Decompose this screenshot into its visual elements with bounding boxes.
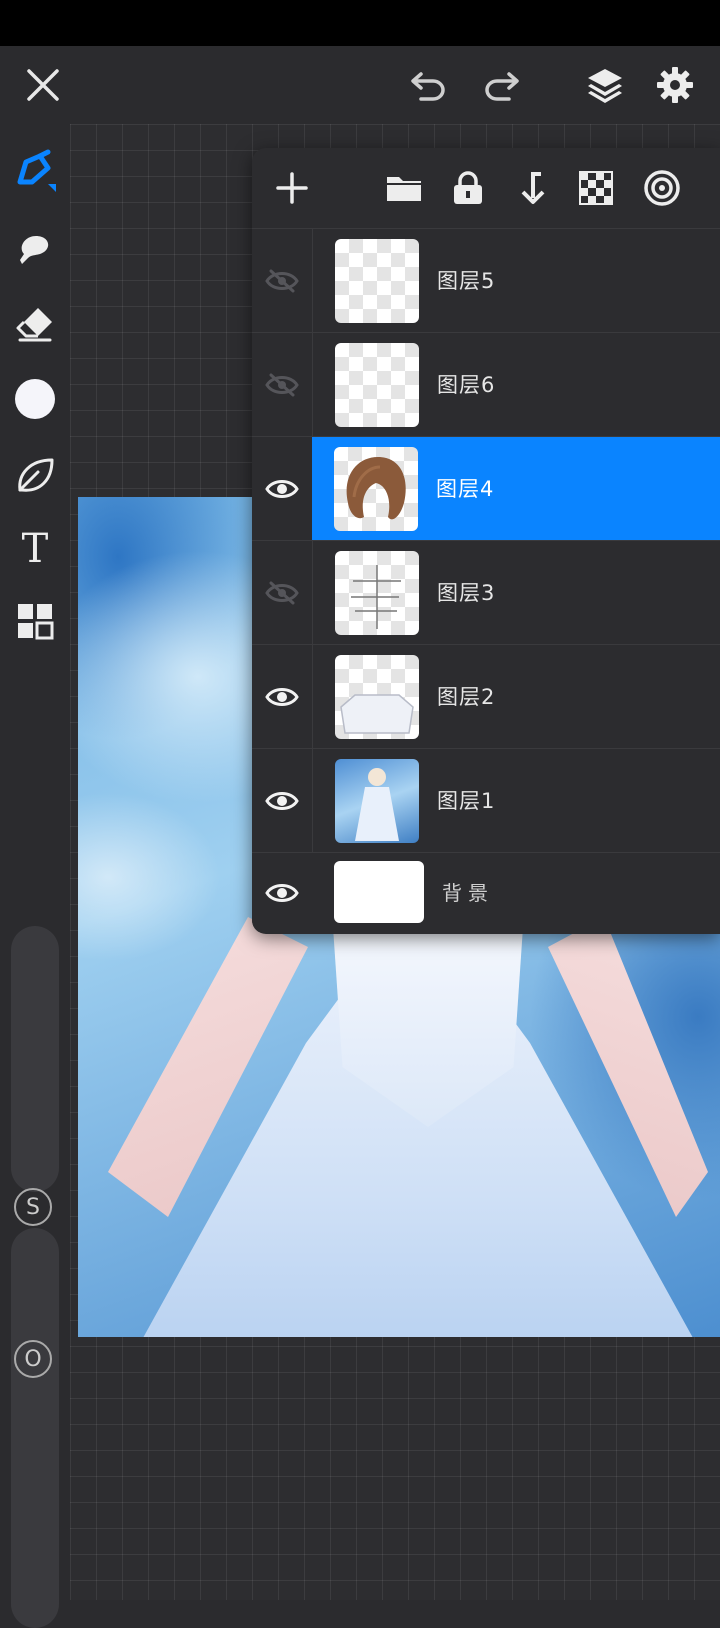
brush-tool[interactable] [10, 146, 60, 196]
layer-content[interactable]: 图层1 [312, 749, 720, 853]
layer-name: 图层6 [437, 373, 496, 397]
layer-thumbnail [335, 551, 419, 635]
collar-thumbnail [340, 694, 414, 734]
redo-button[interactable] [476, 60, 526, 110]
layer-name: 图层3 [437, 581, 496, 605]
layer-name: 图层2 [437, 685, 496, 709]
eye-icon [265, 884, 299, 902]
size-slider[interactable] [11, 926, 59, 1192]
layer-name: 背景 [442, 881, 494, 905]
close-icon [27, 69, 59, 101]
lock-button[interactable] [442, 162, 494, 214]
visibility-toggle[interactable] [252, 749, 312, 853]
layer-thumbnail [335, 655, 419, 739]
undo-icon [411, 72, 445, 101]
layer-thumbnail [335, 759, 419, 843]
layer-name: 图层1 [437, 789, 496, 813]
sketch-thumbnail [351, 565, 401, 629]
layer-row[interactable]: 图层1 [252, 748, 720, 853]
eraser-tool[interactable] [10, 298, 60, 348]
visibility-toggle[interactable] [252, 541, 312, 645]
text-icon: T [21, 526, 49, 572]
layer-content[interactable]: 图层5 [312, 229, 720, 333]
eye-icon [265, 688, 299, 706]
visibility-toggle[interactable] [252, 645, 312, 749]
folder-icon [387, 177, 421, 201]
eye-icon [265, 480, 299, 498]
layer-content[interactable]: 图层2 [312, 645, 720, 749]
layer-thumbnail [335, 343, 419, 427]
size-badge: S [14, 1188, 52, 1226]
layers-button[interactable] [578, 58, 632, 112]
eye-off-icon [265, 269, 299, 293]
visibility-toggle[interactable] [252, 333, 312, 437]
layer-list: 图层5 图层6 图层4 图层3 图层2 图层1 背景 [252, 228, 720, 932]
background-layer-row[interactable]: 背景 [252, 852, 720, 932]
layer-row[interactable]: 图层2 [252, 644, 720, 749]
top-bar [0, 46, 720, 124]
layers-toolbar [252, 148, 720, 228]
layer-content[interactable]: 图层3 [312, 541, 720, 645]
merge-down-button[interactable] [506, 162, 558, 214]
leaf-selection-icon [18, 458, 54, 492]
smudge-icon [20, 236, 49, 264]
lock-icon [454, 171, 482, 204]
eye-off-icon [265, 373, 299, 397]
layer-content[interactable]: 图层4 [312, 437, 720, 541]
opacity-badge: O [14, 1340, 52, 1378]
visibility-toggle[interactable] [252, 229, 312, 333]
add-layer-icon [276, 172, 308, 204]
artwork-thumbnail [355, 768, 399, 841]
layer-name: 图层4 [436, 477, 495, 501]
left-toolbar: T S O [0, 124, 70, 1628]
layer-thumbnail [334, 447, 418, 531]
smudge-tool[interactable] [10, 224, 60, 274]
layer-thumbnail [335, 239, 419, 323]
color-picker[interactable] [10, 374, 60, 424]
blend-mode-icon [644, 170, 680, 206]
layers-panel: 图层5 图层6 图层4 图层3 图层2 图层1 背景 [252, 148, 720, 934]
eye-off-icon [265, 581, 299, 605]
add-layer-button[interactable] [266, 162, 318, 214]
undo-button[interactable] [404, 60, 454, 110]
blend-mode-button[interactable] [636, 162, 688, 214]
pen-icon [17, 149, 56, 192]
close-button[interactable] [18, 60, 68, 110]
layer-content[interactable]: 背景 [312, 853, 720, 933]
grid-icon [18, 604, 54, 640]
redo-icon [485, 72, 519, 101]
layer-row[interactable]: 图层6 [252, 332, 720, 437]
status-bar [0, 0, 720, 46]
background-thumbnail [334, 861, 424, 923]
visibility-toggle[interactable] [252, 437, 312, 541]
folder-button[interactable] [378, 162, 430, 214]
layer-name: 图层5 [437, 269, 496, 293]
eye-icon [265, 792, 299, 810]
layers-icon [588, 69, 622, 103]
color-swatch [15, 379, 55, 419]
text-tool[interactable]: T [10, 524, 60, 574]
gear-icon [657, 67, 693, 103]
checker-icon [579, 171, 613, 205]
alpha-lock-button[interactable] [570, 162, 622, 214]
hair-thumbnail [346, 457, 406, 520]
layer-row-selected[interactable]: 图层4 [252, 436, 720, 541]
opacity-slider[interactable] [11, 1228, 59, 1628]
more-tools[interactable] [10, 596, 60, 646]
layer-content[interactable]: 图层6 [312, 333, 720, 437]
settings-button[interactable] [648, 58, 702, 112]
layer-row[interactable]: 图层5 [252, 228, 720, 333]
selection-tool[interactable] [10, 450, 60, 500]
merge-down-icon [521, 172, 545, 204]
layer-row[interactable]: 图层3 [252, 540, 720, 645]
eraser-icon [16, 308, 52, 342]
visibility-toggle[interactable] [252, 853, 312, 933]
